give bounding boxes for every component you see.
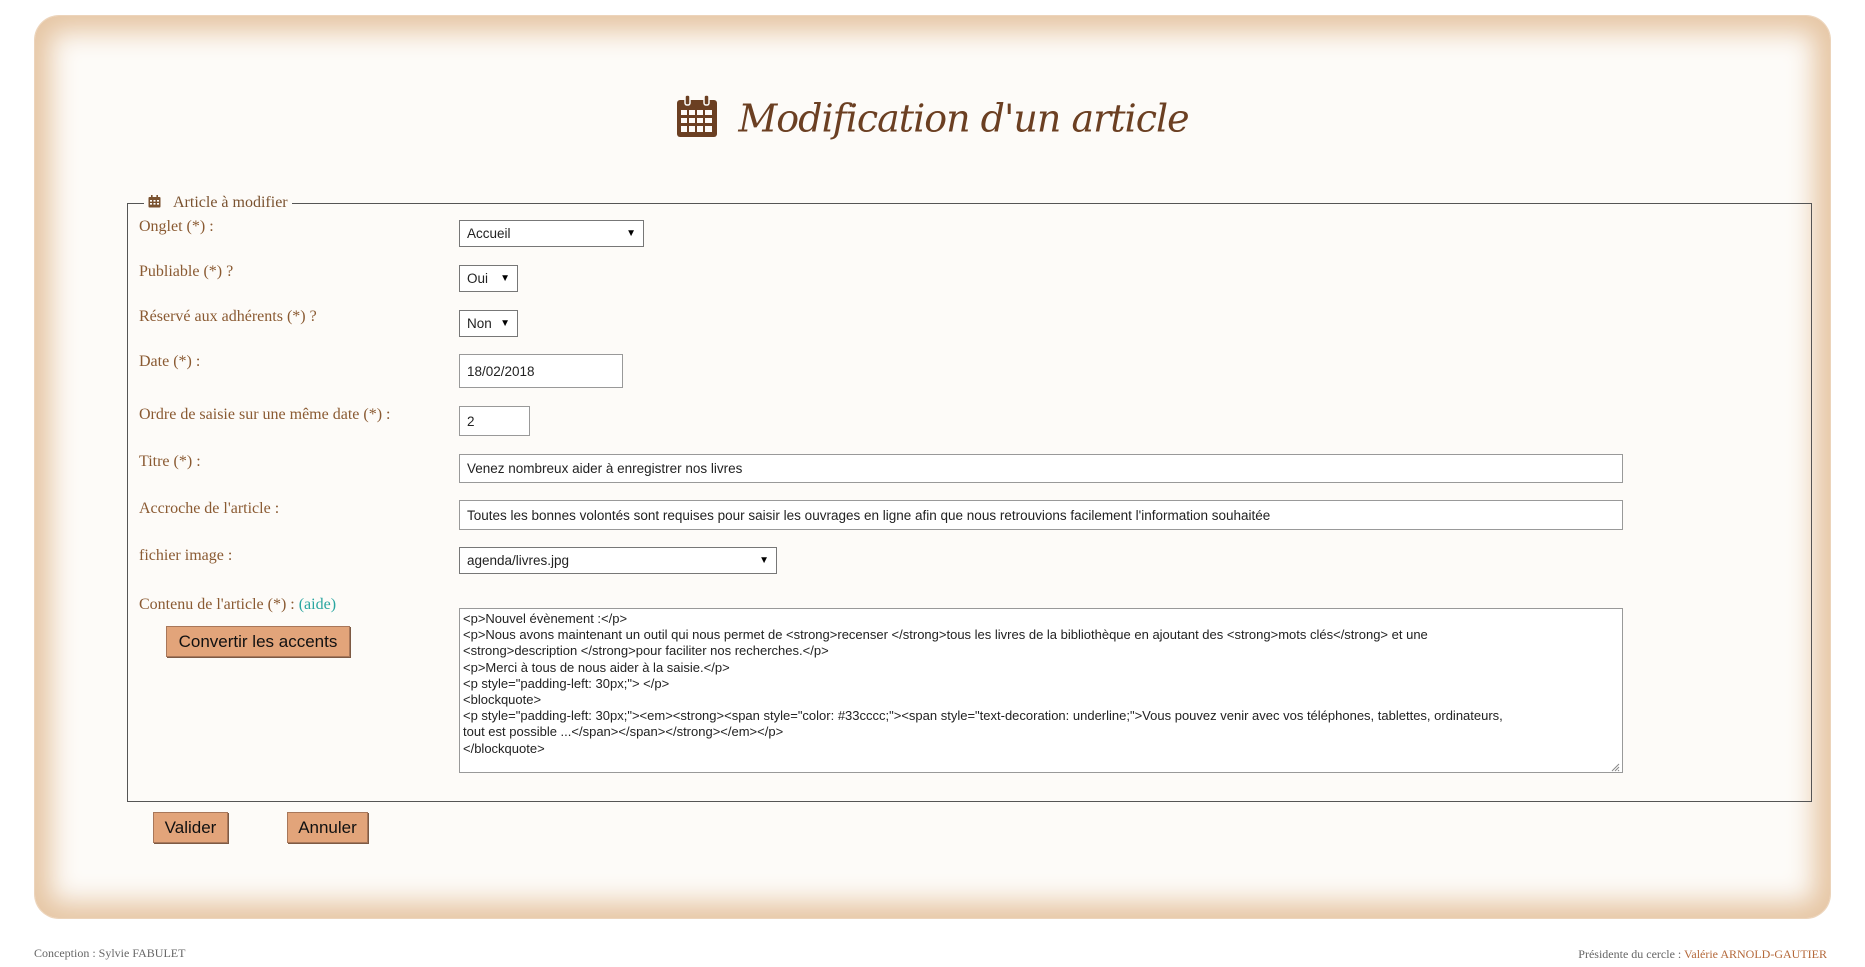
accroche-label: Accroche de l'article :	[139, 500, 280, 517]
contenu-label-text: Contenu de l'article (*) :	[139, 596, 299, 613]
caret-down-icon: ▼	[626, 228, 636, 239]
contenu-line: </blockquote>	[463, 740, 545, 756]
footer-president: Présidente du cercle : Valérie ARNOLD-GA…	[1578, 947, 1827, 962]
image-select[interactable]: agenda/livres.jpg ▼	[459, 547, 777, 574]
contenu-line: <strong>description </strong>pour facili…	[463, 643, 829, 659]
date-label: Date (*) :	[139, 353, 201, 370]
contenu-label: Contenu de l'article (*) : (aide)	[139, 596, 336, 614]
valider-button[interactable]: Valider	[153, 812, 228, 843]
accroche-value: Toutes les bonnes volontés sont requises…	[467, 507, 1271, 523]
footer-conception: Conception : Sylvie FABULET	[34, 946, 186, 960]
contenu-line: <p>Nous avons maintenant un outil qui no…	[463, 627, 1428, 643]
fieldset-legend: Article à modifier	[144, 194, 292, 213]
page-title: Modification d'un article	[35, 94, 1830, 143]
annuler-button[interactable]: Annuler	[287, 812, 368, 843]
publiable-label: Publiable (*) ?	[139, 263, 234, 280]
publiable-select[interactable]: Oui ▼	[459, 265, 518, 292]
president-name-link[interactable]: Valérie ARNOLD-GAUTIER	[1684, 947, 1827, 961]
onglet-value: Accueil	[467, 226, 511, 241]
onglet-select[interactable]: Accueil ▼	[459, 220, 644, 247]
date-input[interactable]: 18/02/2018	[459, 354, 623, 388]
reserve-value: Non	[467, 316, 492, 331]
contenu-line: <blockquote>	[463, 692, 542, 708]
contenu-textarea[interactable]: <p>Nouvel évènement :</p> <p>Nous avons …	[459, 608, 1623, 773]
ordre-input[interactable]: 2	[459, 406, 530, 436]
page-title-text: Modification d'un article	[738, 96, 1189, 141]
accroche-input[interactable]: Toutes les bonnes volontés sont requises…	[459, 500, 1623, 530]
aide-link[interactable]: (aide)	[299, 596, 336, 613]
contenu-line: tout est possible ...</span></span></str…	[463, 724, 784, 740]
date-value: 18/02/2018	[467, 363, 535, 379]
caret-down-icon: ▼	[500, 318, 510, 329]
calendar-icon	[148, 195, 165, 212]
titre-label: Titre (*) :	[139, 453, 201, 470]
onglet-label: Onglet (*) :	[139, 218, 214, 235]
titre-value: Venez nombreux aider à enregistrer nos l…	[467, 461, 743, 476]
publiable-value: Oui	[467, 271, 489, 286]
caret-down-icon: ▼	[500, 273, 510, 284]
contenu-line: <p>Nouvel évènement :</p>	[463, 611, 628, 626]
calendar-icon	[676, 94, 718, 143]
image-label: fichier image :	[139, 547, 233, 564]
president-label: Présidente du cercle :	[1578, 947, 1685, 961]
reserve-select[interactable]: Non ▼	[459, 310, 518, 337]
caret-down-icon: ▼	[759, 555, 769, 566]
image-value: agenda/livres.jpg	[467, 553, 570, 568]
main-panel: Modification d'un article Article à modi…	[35, 16, 1830, 918]
reserve-label: Réservé aux adhérents (*) ?	[139, 308, 317, 325]
contenu-line: <p>Merci à tous de nous aider à la saisi…	[463, 659, 730, 675]
convert-accents-button[interactable]: Convertir les accents	[166, 626, 350, 657]
fieldset-legend-text: Article à modifier	[173, 194, 288, 211]
ordre-label: Ordre de saisie sur une même date (*) :	[139, 406, 391, 423]
ordre-value: 2	[467, 413, 475, 429]
contenu-line: <p style="padding-left: 30px;"> </p>	[463, 675, 670, 691]
titre-input[interactable]: Venez nombreux aider à enregistrer nos l…	[459, 454, 1623, 483]
resize-grip-icon[interactable]	[1610, 760, 1620, 772]
contenu-line: <p style="padding-left: 30px;"><em><stro…	[463, 708, 1503, 724]
